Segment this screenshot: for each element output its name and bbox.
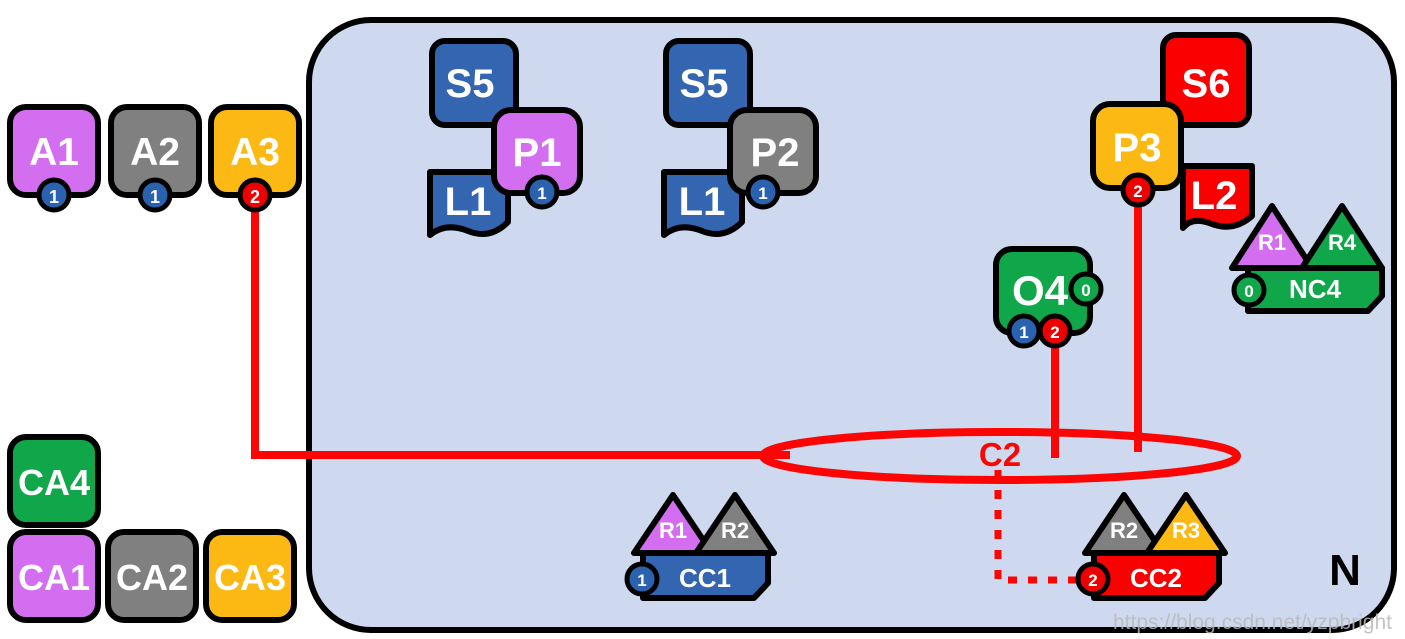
- node-a2[interactable]: A2 1: [108, 104, 202, 213]
- network-diagram: C2 A1 1 A2 1 A3 2 CA4 CA1 CA2 CA3 S5 L1 …: [7, 17, 1397, 634]
- node-a2-label: A2: [130, 131, 180, 174]
- node-o4-badge-right-label: 0: [1081, 281, 1090, 300]
- process-p3-label: P3: [1113, 126, 1162, 170]
- node-a1[interactable]: A1 1: [7, 104, 101, 213]
- container-cc1-label: CC1: [679, 563, 731, 593]
- role-r3-cc2-label: R3: [1172, 518, 1200, 543]
- node-o4[interactable]: O4 0 1 2: [993, 246, 1104, 349]
- process-p1[interactable]: P1 1: [491, 107, 583, 210]
- node-ca2[interactable]: CA2: [105, 529, 199, 623]
- node-ca1[interactable]: CA1: [7, 529, 101, 623]
- container-cc2-badge-label: 2: [1088, 571, 1097, 590]
- node-ca1-label: CA1: [18, 557, 90, 598]
- watermark: https://blog.csdn.net/yzpbright: [1113, 611, 1392, 634]
- node-a1-label: A1: [29, 131, 79, 174]
- container-nc4-label: NC4: [1289, 274, 1342, 304]
- container-cc2-label: CC2: [1130, 563, 1182, 593]
- process-p3-badge-label: 2: [1133, 182, 1142, 201]
- bus-c2-label: C2: [979, 436, 1021, 473]
- node-ca4-label: CA4: [18, 462, 90, 503]
- process-p2[interactable]: P2 1: [727, 107, 819, 210]
- role-r1-nc4-label: R1: [1258, 230, 1286, 255]
- container-cc1-badge-label: 1: [637, 571, 646, 590]
- library-l1-a-label: L1: [445, 180, 492, 224]
- library-l2[interactable]: L2: [1180, 163, 1255, 231]
- node-ca2-label: CA2: [116, 557, 188, 598]
- process-p2-label: P2: [751, 131, 800, 175]
- node-a3-badge-label: 2: [250, 187, 260, 207]
- network-boundary-label: N: [1329, 546, 1361, 595]
- process-p2-badge-label: 1: [758, 184, 767, 203]
- node-o4-label: O4: [1012, 267, 1069, 314]
- node-ca4[interactable]: CA4: [7, 434, 101, 528]
- service-s5-b-label: S5: [680, 62, 729, 106]
- library-l1-b-label: L1: [679, 180, 726, 224]
- role-r1-cc1-label: R1: [659, 518, 687, 543]
- node-a3[interactable]: A3 2: [208, 104, 302, 213]
- node-ca3[interactable]: CA3: [203, 529, 297, 623]
- process-p1-label: P1: [513, 131, 562, 175]
- process-p1-badge-label: 1: [537, 184, 546, 203]
- role-r2-cc1-label: R2: [721, 518, 749, 543]
- node-o4-badge-2-label: 2: [1050, 323, 1059, 342]
- service-s6-label: S6: [1182, 62, 1231, 106]
- role-r2-cc2-label: R2: [1110, 518, 1138, 543]
- service-s5-a-label: S5: [446, 62, 495, 106]
- diagram-canvas: C2 A1 1 A2 1 A3 2 CA4 CA1 CA2 CA3 S5 L1 …: [0, 0, 1405, 639]
- node-a1-badge-label: 1: [49, 187, 59, 207]
- node-a3-label: A3: [230, 131, 280, 174]
- role-r4-nc4-label: R4: [1328, 230, 1357, 255]
- container-nc4-badge-label: 0: [1244, 282, 1253, 301]
- node-o4-badge-1-label: 1: [1019, 323, 1028, 342]
- node-ca3-label: CA3: [214, 557, 286, 598]
- library-l2-label: L2: [1191, 174, 1238, 218]
- node-a2-badge-label: 1: [150, 187, 160, 207]
- process-p3[interactable]: P3 2: [1090, 101, 1184, 208]
